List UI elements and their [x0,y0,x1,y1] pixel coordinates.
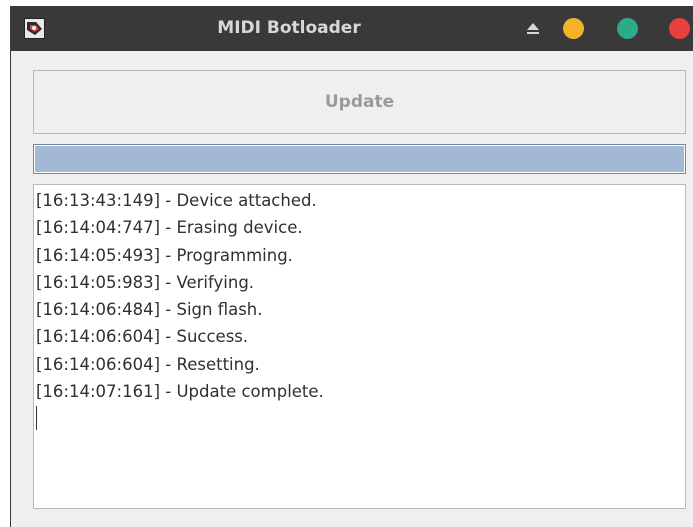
text-cursor [36,406,37,431]
log-line: [16:14:06:604] - Success. [36,327,249,347]
maximize-icon[interactable] [617,18,638,39]
minimize-icon[interactable] [563,18,584,39]
update-button-label: Update [324,92,395,112]
eject-icon[interactable] [525,20,541,36]
log-line: [16:14:04:747] - Erasing device. [36,218,303,238]
log-line: [16:14:05:983] - Verifying. [36,272,255,292]
close-icon[interactable] [669,18,690,39]
update-button[interactable]: Update [33,70,686,134]
title-bar[interactable]: MIDI Botloader [11,6,693,51]
progress-bar-fill [35,146,684,172]
window-title: MIDI Botloader [217,18,361,38]
log-line: [16:14:06:604] - Resetting. [36,354,260,374]
log-output[interactable]: [16:13:43:149] - Device attached. [16:14… [33,184,686,509]
progress-bar [33,144,686,174]
log-line: [16:14:07:161] - Update complete. [36,382,324,402]
app-window: MIDI Botloader Update [16:13:43:149] - D… [10,6,693,527]
log-line: [16:14:06:484] - Sign flash. [36,300,263,320]
log-line: [16:13:43:149] - Device attached. [36,191,317,210]
log-line: [16:14:05:493] - Programming. [36,245,293,265]
